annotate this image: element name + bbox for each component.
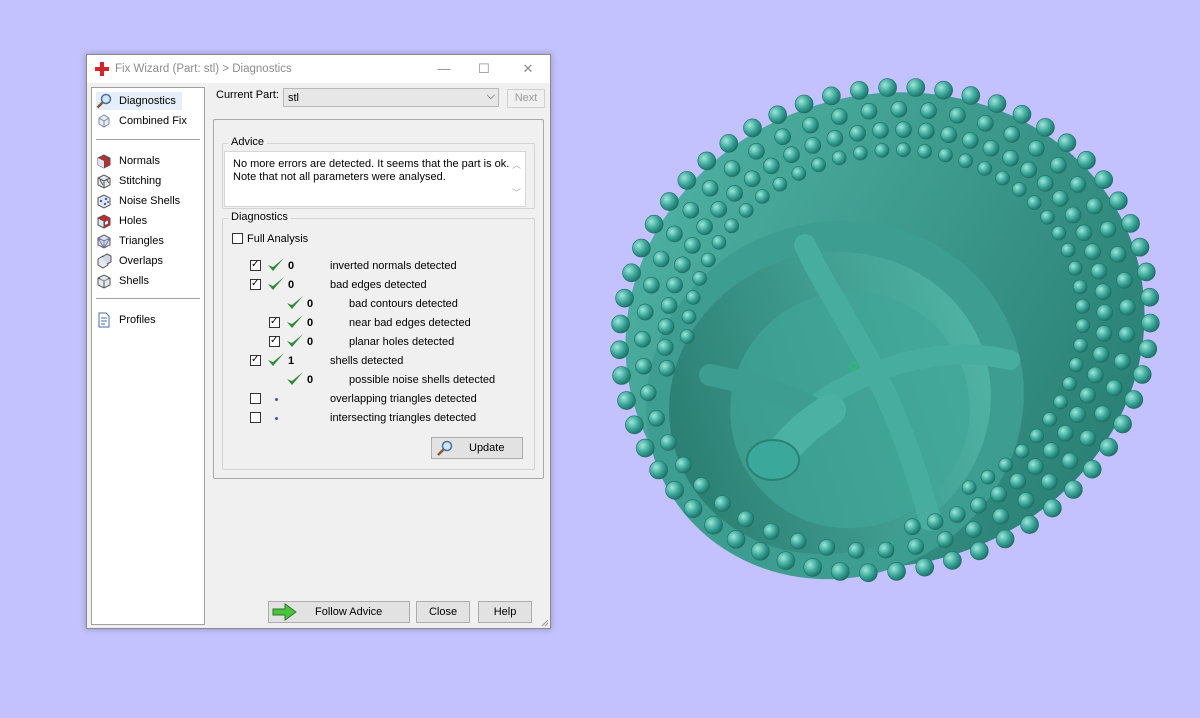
sidebar-item-label: Stitching — [119, 175, 162, 187]
sidebar-item-label: Shells — [119, 275, 149, 287]
shells-icon — [97, 274, 111, 289]
green-check-icon — [287, 334, 303, 347]
help-button[interactable]: Help — [478, 601, 532, 623]
triangles-icon — [97, 234, 111, 249]
checkmark-icon: ✓ — [251, 278, 260, 289]
diagnostic-count: 0 — [307, 374, 314, 386]
sidebar-item-label: Noise Shells — [119, 195, 181, 207]
fix-wizard-dialog: Fix Wizard (Part: stl) > Diagnostics — ☐… — [86, 54, 551, 629]
green-check-icon — [287, 372, 303, 385]
close-button[interactable]: Close — [416, 601, 470, 623]
sidebar-item-label: Combined Fix — [119, 115, 187, 127]
checkmark-icon: ✓ — [270, 316, 279, 327]
minimize-button[interactable]: — — [433, 60, 455, 78]
sidebar-item-label: Normals — [119, 155, 160, 167]
sidebar-item-label: Holes — [119, 215, 148, 227]
follow-advice-label: Follow Advice — [315, 606, 383, 618]
green-arrow-icon — [272, 603, 297, 621]
update-button[interactable]: Update — [431, 437, 523, 459]
update-button-label: Update — [469, 442, 505, 454]
full-analysis-label: Full Analysis — [247, 233, 309, 245]
sidebar-item-diagnostics[interactable]: Diagnostics — [96, 92, 182, 110]
advice-line: Note that not all parameters were analys… — [233, 170, 446, 183]
diagnostic-checkbox[interactable]: ✓ — [250, 259, 261, 271]
full-analysis-checkbox[interactable] — [232, 233, 243, 244]
diagnostic-label: inverted normals detected — [330, 260, 457, 272]
sidebar-divider — [96, 139, 200, 140]
green-check-icon — [268, 353, 284, 366]
sidebar-divider — [96, 298, 200, 299]
sidebar-item-label: Overlaps — [119, 255, 164, 267]
diagnostic-checkbox[interactable]: ✓ — [250, 278, 261, 290]
window-title: Fix Wizard (Part: stl) > Diagnostics — [115, 63, 292, 75]
next-button[interactable]: Next — [507, 89, 545, 108]
title-bar[interactable]: Fix Wizard (Part: stl) > Diagnostics — ☐… — [87, 55, 550, 83]
diagnostic-label: near bad edges detected — [349, 317, 471, 329]
advice-line: No more errors are detected. It seems th… — [233, 158, 510, 170]
diagnostic-checkbox[interactable]: ✓ — [269, 335, 280, 347]
current-part-label: Current Part: — [216, 89, 279, 101]
sidebar-item-label: Triangles — [119, 235, 164, 247]
resize-grip-icon[interactable] — [539, 617, 549, 627]
green-check-icon — [287, 315, 303, 328]
diagnostic-count: 0 — [307, 317, 314, 329]
diagnostic-count: 1 — [288, 355, 295, 367]
diagnostic-checkbox[interactable] — [250, 412, 261, 423]
scroll-down-arrow-icon[interactable]: ﹀ — [512, 186, 521, 199]
diagnostic-label: bad edges detected — [330, 279, 427, 291]
noise-shells-icon — [97, 194, 111, 209]
diagnostic-label: possible noise shells detected — [349, 374, 496, 386]
sidebar-item-label: Profiles — [119, 314, 156, 326]
normals-icon — [97, 154, 111, 169]
current-part-value: stl — [288, 92, 299, 104]
checkmark-icon: ✓ — [270, 335, 279, 346]
close-window-button[interactable]: ✕ — [517, 60, 539, 78]
maximize-button[interactable]: ☐ — [473, 60, 495, 78]
diagnostic-label: intersecting triangles detected — [330, 412, 477, 424]
advice-group-title: Advice — [228, 136, 268, 148]
profiles-icon — [98, 312, 110, 328]
scroll-up-arrow-icon[interactable]: ︿ — [512, 158, 521, 171]
magnifier-icon — [96, 93, 112, 109]
pending-dot-icon — [275, 398, 278, 401]
green-check-icon — [268, 258, 284, 271]
combined-fix-icon — [98, 114, 110, 128]
diagnostic-checkbox[interactable] — [250, 393, 261, 404]
overlaps-icon — [97, 253, 112, 269]
current-part-select[interactable]: stl ⌵ — [283, 88, 499, 107]
holes-icon — [97, 214, 111, 229]
green-check-icon — [287, 296, 303, 309]
pending-dot-icon — [275, 417, 278, 420]
diagnostic-count: 0 — [288, 260, 295, 272]
chevron-down-icon: ⌵ — [486, 90, 495, 102]
stitching-icon — [97, 174, 111, 189]
checkmark-icon: ✓ — [251, 354, 260, 365]
diagnostic-count: 0 — [288, 279, 295, 291]
diagnostic-label: shells detected — [330, 355, 404, 367]
diagnostic-checkbox[interactable]: ✓ — [269, 316, 280, 328]
diagnostic-checkbox[interactable]: ✓ — [250, 354, 261, 366]
green-check-icon — [268, 277, 284, 290]
wizard-sidebar: Diagnostics Combined Fix Normals Stitchi… — [91, 87, 205, 625]
diagnostic-count: 0 — [307, 298, 314, 310]
sidebar-item-label: Diagnostics — [119, 95, 176, 107]
advice-text: No more errors are detected. It seems th… — [233, 158, 513, 183]
diagnostic-label: bad contours detected — [349, 298, 458, 310]
ring-model[interactable] — [563, 26, 1200, 635]
checkmark-icon: ✓ — [251, 259, 260, 270]
follow-advice-button[interactable]: Follow Advice — [268, 601, 410, 623]
diagnostic-label: overlapping triangles detected — [330, 393, 477, 405]
magnifier-icon — [437, 440, 453, 456]
diagnostic-label: planar holes detected — [349, 336, 455, 348]
diagnostics-group-title: Diagnostics — [228, 211, 291, 223]
diagnostic-count: 0 — [307, 336, 314, 348]
app-cross-icon — [95, 62, 109, 76]
